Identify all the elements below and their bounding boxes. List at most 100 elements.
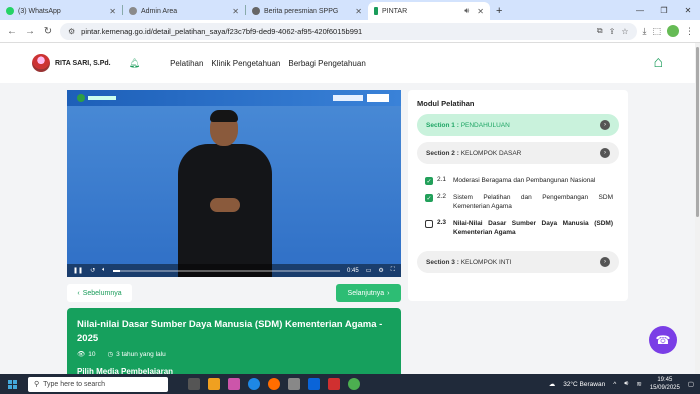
download-icon[interactable]: ⤓ bbox=[643, 26, 647, 37]
volume-icon[interactable]: 🔈︎ bbox=[102, 267, 106, 274]
site-info-icon[interactable]: ⚙ bbox=[68, 27, 75, 36]
windows-taskbar: ⚲ Type here to search ☁ 32°C Berawan ^ 🔊… bbox=[0, 374, 700, 394]
training-title: Nilai-nilai Dasar Sumber Daya Manusia (S… bbox=[77, 319, 383, 344]
bookmark-star-icon[interactable]: ☆ bbox=[621, 27, 628, 36]
profile-avatar[interactable] bbox=[667, 25, 679, 37]
chrome-icon[interactable] bbox=[348, 378, 360, 390]
posted-age: 3 tahun yang lalu bbox=[116, 350, 166, 358]
notification-icon[interactable]: ▢ bbox=[688, 380, 694, 388]
section-name: PENDAHULUAN bbox=[460, 121, 510, 129]
restore-icon[interactable]: ❐ bbox=[652, 0, 676, 20]
close-tab-icon[interactable]: ✕ bbox=[355, 7, 362, 16]
section-2[interactable]: Section 2 : KELOMPOK DASAR › bbox=[417, 142, 619, 164]
file-explorer-icon[interactable] bbox=[208, 378, 220, 390]
video-player[interactable]: ❚❚ ↺ 🔈︎ 0:45 ▭ ⚙ ⛶ bbox=[67, 90, 401, 277]
chevron-left-icon: ‹ bbox=[77, 289, 80, 297]
taskbar-apps bbox=[188, 378, 360, 390]
task-view-icon[interactable] bbox=[188, 378, 200, 390]
clock[interactable]: 19:45 15/09/2025 bbox=[650, 376, 680, 392]
globe-icon bbox=[252, 7, 260, 15]
close-window-icon[interactable]: ✕ bbox=[676, 0, 700, 20]
search-placeholder: Type here to search bbox=[43, 380, 106, 388]
back-icon[interactable]: ← bbox=[6, 26, 18, 37]
tab-pintar[interactable]: PINTAR 🔊︎ ✕ bbox=[368, 2, 490, 20]
chevron-right-icon: › bbox=[387, 289, 390, 297]
nav-pelatihan[interactable]: Pelatihan bbox=[170, 59, 203, 68]
checkbox-checked-icon: ✓ bbox=[425, 177, 433, 185]
minimize-icon[interactable]: — bbox=[628, 0, 652, 20]
captions-icon[interactable]: ▭ bbox=[366, 267, 372, 274]
section-label: Section 1 : bbox=[426, 121, 459, 129]
training-info-card: Nilai-nilai Dasar Sumber Daya Manusia (S… bbox=[67, 308, 401, 376]
bell-icon[interactable]: 🔔︎ bbox=[129, 58, 140, 69]
support-chat-button[interactable]: ☎ bbox=[649, 326, 677, 354]
presenter bbox=[170, 110, 280, 277]
section-3[interactable]: Section 3 : KELOMPOK INTI › bbox=[417, 251, 619, 273]
video-banner bbox=[67, 90, 401, 106]
section-name: KELOMPOK DASAR bbox=[460, 149, 522, 157]
address-bar[interactable]: ⚙ pintar.kemenag.go.id/detail_pelatihan_… bbox=[60, 22, 637, 40]
firefox-icon[interactable] bbox=[268, 378, 280, 390]
close-tab-icon[interactable]: ✕ bbox=[109, 7, 116, 16]
outlook-icon[interactable] bbox=[308, 378, 320, 390]
close-tab-icon[interactable]: ✕ bbox=[232, 7, 239, 16]
headset-icon: ☎ bbox=[655, 333, 671, 347]
section-1[interactable]: Section 1 : PENDAHULUAN › bbox=[417, 114, 619, 136]
forward-icon[interactable]: → bbox=[24, 26, 36, 37]
section-label: Section 3 : bbox=[426, 258, 459, 266]
browser-toolbar: ← → ↻ ⚙ pintar.kemenag.go.id/detail_pela… bbox=[0, 20, 700, 43]
pause-icon[interactable]: ❚❚ bbox=[73, 267, 83, 274]
new-tab-button[interactable]: + bbox=[490, 2, 508, 20]
user-avatar[interactable] bbox=[32, 54, 50, 72]
page-scrollbar[interactable] bbox=[695, 43, 700, 374]
menu-dots-icon[interactable]: ⋮ bbox=[685, 26, 694, 37]
item-number: 2.3 bbox=[437, 219, 447, 226]
store-icon[interactable] bbox=[288, 378, 300, 390]
tab-title: Berita peresmian SPPG bbox=[264, 7, 339, 15]
share-icon[interactable]: ⇪ bbox=[609, 27, 616, 36]
wifi-icon[interactable]: ≋ bbox=[636, 380, 641, 388]
list-item[interactable]: ✓ 2.1 Moderasi Beragama dan Pembangunan … bbox=[425, 176, 613, 185]
checkbox-checked-icon: ✓ bbox=[425, 194, 433, 202]
video-controls: ❚❚ ↺ 🔈︎ 0:45 ▭ ⚙ ⛶ bbox=[67, 264, 401, 277]
tab-strip: (3) WhatsApp ✕ Admin Area ✕ Berita peres… bbox=[0, 0, 700, 20]
tray-chevron-icon[interactable]: ^ bbox=[613, 381, 616, 388]
next-button[interactable]: Selanjutnya › bbox=[336, 284, 401, 302]
module-panel: Modul Pelatihan Section 1 : PENDAHULUAN … bbox=[408, 90, 628, 301]
taskbar-search[interactable]: ⚲ Type here to search bbox=[28, 376, 168, 392]
weather-text[interactable]: 32°C Berawan bbox=[563, 381, 605, 388]
view-count: 10 bbox=[88, 350, 96, 358]
list-item[interactable]: 2.3 Nilai-Nilai Dasar Sumber Daya Manusi… bbox=[425, 219, 613, 237]
volume-icon[interactable]: 🔊︎ bbox=[624, 380, 628, 388]
training-meta: 👁︎ 10 ◷ 3 tahun yang lalu bbox=[77, 350, 391, 359]
main-nav: Pelatihan Klinik Pengetahuan Berbagi Pen… bbox=[170, 59, 366, 68]
rewind-icon[interactable]: ↺ bbox=[90, 267, 95, 274]
list-item[interactable]: ✓ 2.2 Sistem Pelatihan dan Pengembangan … bbox=[425, 193, 613, 211]
home-icon[interactable]: ⌂ bbox=[653, 54, 663, 72]
settings-icon[interactable]: ⚙ bbox=[378, 267, 383, 274]
install-app-icon[interactable]: ⧉ bbox=[597, 26, 603, 36]
user-name[interactable]: RITA SARI, S.Pd. bbox=[55, 60, 111, 67]
nav-klinik-pengetahuan[interactable]: Klinik Pengetahuan bbox=[211, 59, 280, 68]
copilot-icon[interactable] bbox=[228, 378, 240, 390]
windows-start-icon[interactable] bbox=[4, 379, 22, 389]
tab-admin-area[interactable]: Admin Area ✕ bbox=[123, 2, 245, 20]
extensions-icon[interactable]: ⬚ bbox=[652, 26, 661, 37]
edge-icon[interactable] bbox=[248, 378, 260, 390]
video-progress[interactable] bbox=[112, 269, 341, 272]
wps-icon[interactable] bbox=[328, 378, 340, 390]
item-text: Moderasi Beragama dan Pembangunan Nasion… bbox=[453, 177, 596, 184]
reload-icon[interactable]: ↻ bbox=[42, 26, 54, 37]
close-tab-icon[interactable]: ✕ bbox=[477, 7, 484, 16]
tab-whatsapp[interactable]: (3) WhatsApp ✕ bbox=[0, 2, 122, 20]
tab-berita[interactable]: Berita peresmian SPPG ✕ bbox=[246, 2, 368, 20]
nav-berbagi-pengetahuan[interactable]: Berbagi Pengetahuan bbox=[288, 59, 365, 68]
previous-button[interactable]: ‹ Sebelumnya bbox=[67, 284, 132, 302]
section-2-items: ✓ 2.1 Moderasi Beragama dan Pembangunan … bbox=[417, 164, 619, 241]
next-label: Selanjutnya bbox=[347, 289, 385, 297]
speaker-icon[interactable]: 🔊︎ bbox=[464, 6, 469, 16]
item-number: 2.1 bbox=[437, 176, 447, 183]
video-time: 0:45 bbox=[347, 267, 359, 274]
kemenag-logo bbox=[77, 94, 116, 102]
fullscreen-icon[interactable]: ⛶ bbox=[391, 267, 395, 274]
